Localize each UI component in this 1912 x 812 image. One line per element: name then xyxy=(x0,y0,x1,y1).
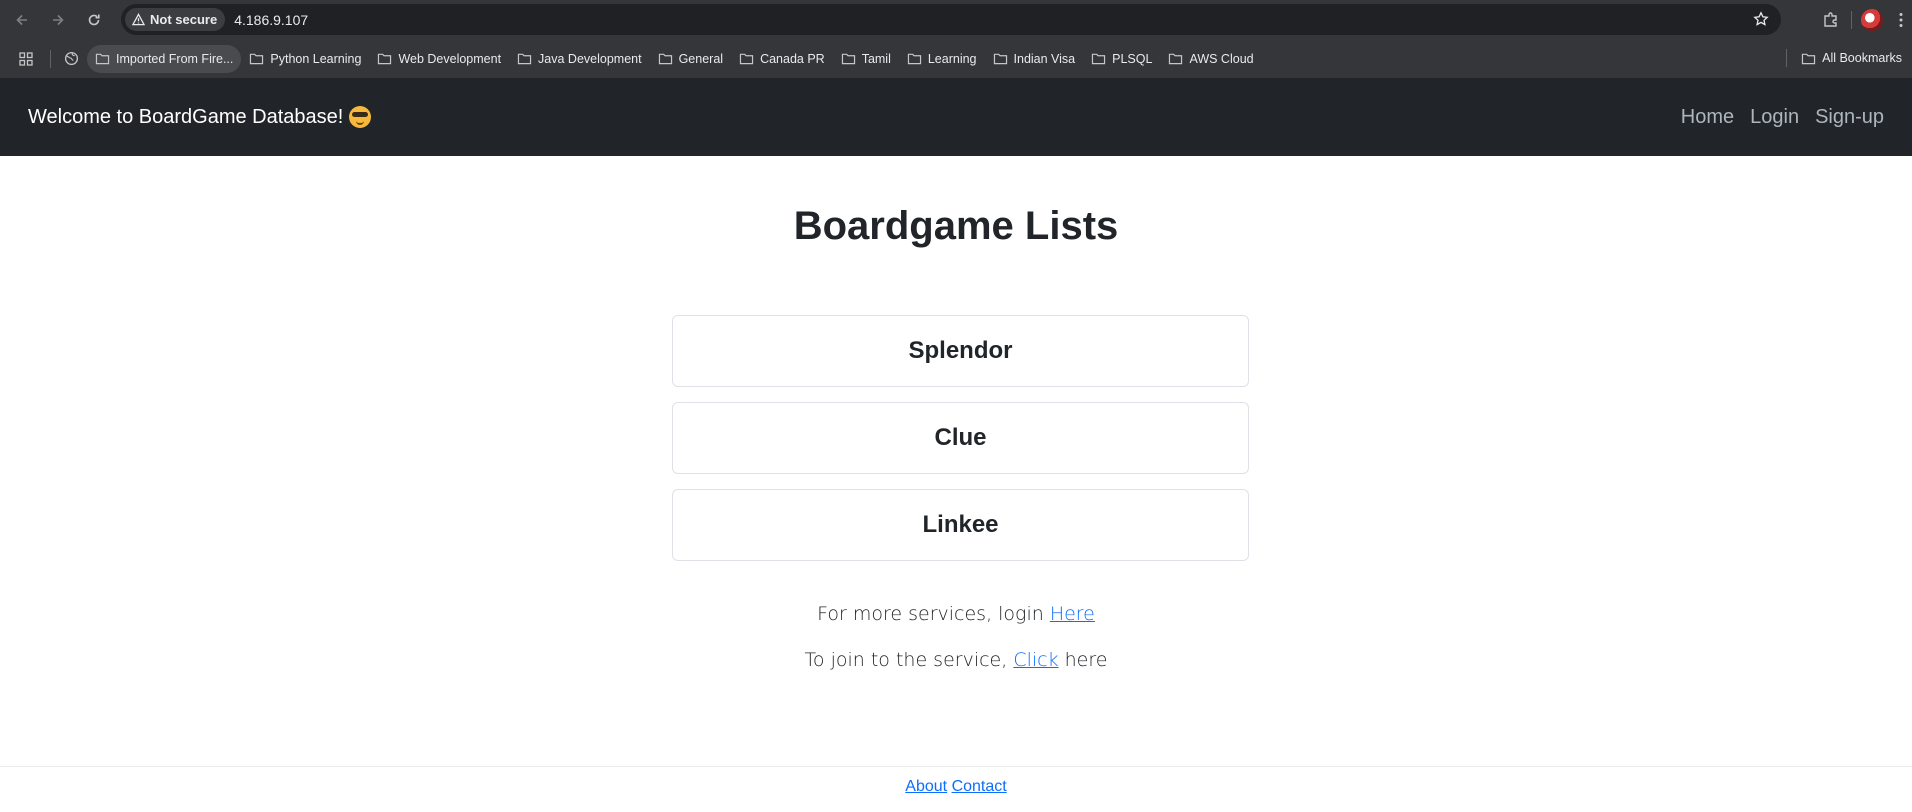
bookmark-folder[interactable]: Web Development xyxy=(369,45,509,73)
bookmark-label: Web Development xyxy=(398,51,502,66)
bookmark-label: Imported From Fire... xyxy=(116,51,234,66)
site-nav-links: Home Login Sign-up xyxy=(1681,106,1884,129)
game-card-splendor[interactable]: Splendor xyxy=(672,315,1249,387)
globe-bookmark[interactable] xyxy=(59,47,83,71)
game-card-linkee[interactable]: Linkee xyxy=(672,489,1249,561)
browser-menu-button[interactable] xyxy=(1890,0,1912,39)
folder-icon xyxy=(378,53,392,65)
security-label: Not secure xyxy=(150,12,218,27)
bookmark-label: Java Development xyxy=(538,51,642,66)
bookmark-folder[interactable]: Tamil xyxy=(833,45,899,73)
bookmark-label: Learning xyxy=(927,51,977,66)
folder-icon xyxy=(95,53,110,65)
bookmark-label: AWS Cloud xyxy=(1189,51,1254,66)
bookmark-folder[interactable]: Java Development xyxy=(509,45,650,73)
nav-home-link[interactable]: Home xyxy=(1681,106,1734,129)
bookmark-folder[interactable]: Canada PR xyxy=(731,45,833,73)
browser-chrome: Not secure 4.186.9.107 Imported From Fir… xyxy=(0,0,1912,78)
security-chip[interactable]: Not secure xyxy=(125,8,226,31)
bookmark-folder[interactable]: General xyxy=(650,45,731,73)
forward-button[interactable] xyxy=(40,0,76,39)
folder-icon xyxy=(841,53,855,65)
avatar xyxy=(1861,8,1883,31)
bookmark-folder[interactable]: Imported From Fire... xyxy=(87,44,242,73)
site-navbar: Welcome to BoardGame Database! Home Logi… xyxy=(0,78,1912,156)
bookmark-folder[interactable]: Learning xyxy=(899,45,985,73)
puzzle-icon xyxy=(1824,11,1837,27)
folder-icon xyxy=(517,53,532,65)
reload-button[interactable] xyxy=(76,0,112,39)
apps-grid-icon xyxy=(19,51,33,66)
folder-icon xyxy=(1092,53,1106,65)
bookmarks-divider xyxy=(1786,49,1788,67)
join-prompt-text: To join to the service, xyxy=(804,649,1014,671)
footer: About Contact xyxy=(0,778,1912,796)
address-bar[interactable]: Not secure 4.186.9.107 xyxy=(121,4,1781,35)
login-prompt-text: For more services, login xyxy=(817,603,1050,625)
profile-button[interactable] xyxy=(1854,0,1890,39)
sunglasses-emoji-icon xyxy=(349,106,372,128)
login-here-link[interactable]: Here xyxy=(1050,603,1095,625)
bookmark-folder[interactable]: AWS Cloud xyxy=(1160,45,1261,73)
folder-icon xyxy=(1169,53,1183,65)
bookmarks-bar: Imported From Fire... Python Learning Web … xyxy=(0,39,1912,78)
footer-divider xyxy=(0,766,1912,767)
game-list: Splendor Clue Linkee xyxy=(672,315,1249,576)
join-prompt-suffix: here xyxy=(1058,649,1108,671)
back-button[interactable] xyxy=(4,0,40,39)
folder-icon xyxy=(993,53,1007,65)
bookmark-star-icon[interactable] xyxy=(1753,11,1769,27)
nav-login-link[interactable]: Login xyxy=(1750,106,1799,129)
folder-icon xyxy=(739,53,754,65)
apps-button[interactable] xyxy=(13,46,39,72)
footer-contact-link[interactable]: Contact xyxy=(952,778,1007,795)
bookmark-label: General xyxy=(678,51,724,66)
bookmark-label: Indian Visa xyxy=(1013,51,1076,66)
bookmark-label: Canada PR xyxy=(760,51,825,66)
extensions-button[interactable] xyxy=(1813,0,1849,39)
arrow-right-icon xyxy=(53,14,64,25)
warning-icon xyxy=(132,13,145,26)
arrow-left-icon xyxy=(16,14,27,25)
game-name: Splendor xyxy=(908,337,1013,364)
bookmarks-divider xyxy=(50,49,51,68)
game-card-clue[interactable]: Clue xyxy=(672,402,1249,474)
main-content: Boardgame Lists Splendor Clue Linkee For… xyxy=(0,156,1912,795)
game-name: Linkee xyxy=(922,511,999,538)
brand-title: Welcome to BoardGame Database! xyxy=(28,105,344,128)
all-bookmarks-button[interactable]: All Bookmarks xyxy=(1793,44,1910,72)
browser-right-tools xyxy=(1813,0,1912,39)
bookmark-label: Python Learning xyxy=(270,51,362,66)
all-bookmarks-label: All Bookmarks xyxy=(1822,51,1902,65)
bookmark-label: Tamil xyxy=(861,51,891,66)
globe-icon xyxy=(64,51,78,66)
bookmark-folder[interactable]: Python Learning xyxy=(241,45,369,73)
nav-signup-link[interactable]: Sign-up xyxy=(1815,106,1884,129)
bookmark-list: Imported From Fire... Python Learning Web … xyxy=(87,44,1262,73)
all-bookmarks-area: All Bookmarks xyxy=(1786,44,1910,72)
more-vertical-icon xyxy=(1899,12,1903,27)
bookmark-label: PLSQL xyxy=(1112,51,1153,66)
bookmark-folder[interactable]: Indian Visa xyxy=(985,45,1084,73)
join-prompt: To join to the service, Click here xyxy=(0,649,1912,671)
url-text[interactable]: 4.186.9.107 xyxy=(234,12,308,28)
folder-icon xyxy=(907,53,921,65)
bookmark-folder[interactable]: PLSQL xyxy=(1083,45,1160,73)
game-name: Clue xyxy=(934,424,987,451)
folder-icon xyxy=(250,53,264,65)
page-title: Boardgame Lists xyxy=(793,204,1119,248)
toolbar-divider xyxy=(1851,10,1852,29)
folder-icon xyxy=(1801,53,1816,64)
join-click-link[interactable]: Click xyxy=(1013,649,1058,671)
login-prompt: For more services, login Here xyxy=(0,603,1912,625)
site-brand[interactable]: Welcome to BoardGame Database! xyxy=(28,105,372,129)
folder-icon xyxy=(658,53,672,65)
reload-icon xyxy=(88,14,100,25)
footer-about-link[interactable]: About xyxy=(905,778,947,795)
browser-toolbar: Not secure 4.186.9.107 xyxy=(0,0,1912,39)
